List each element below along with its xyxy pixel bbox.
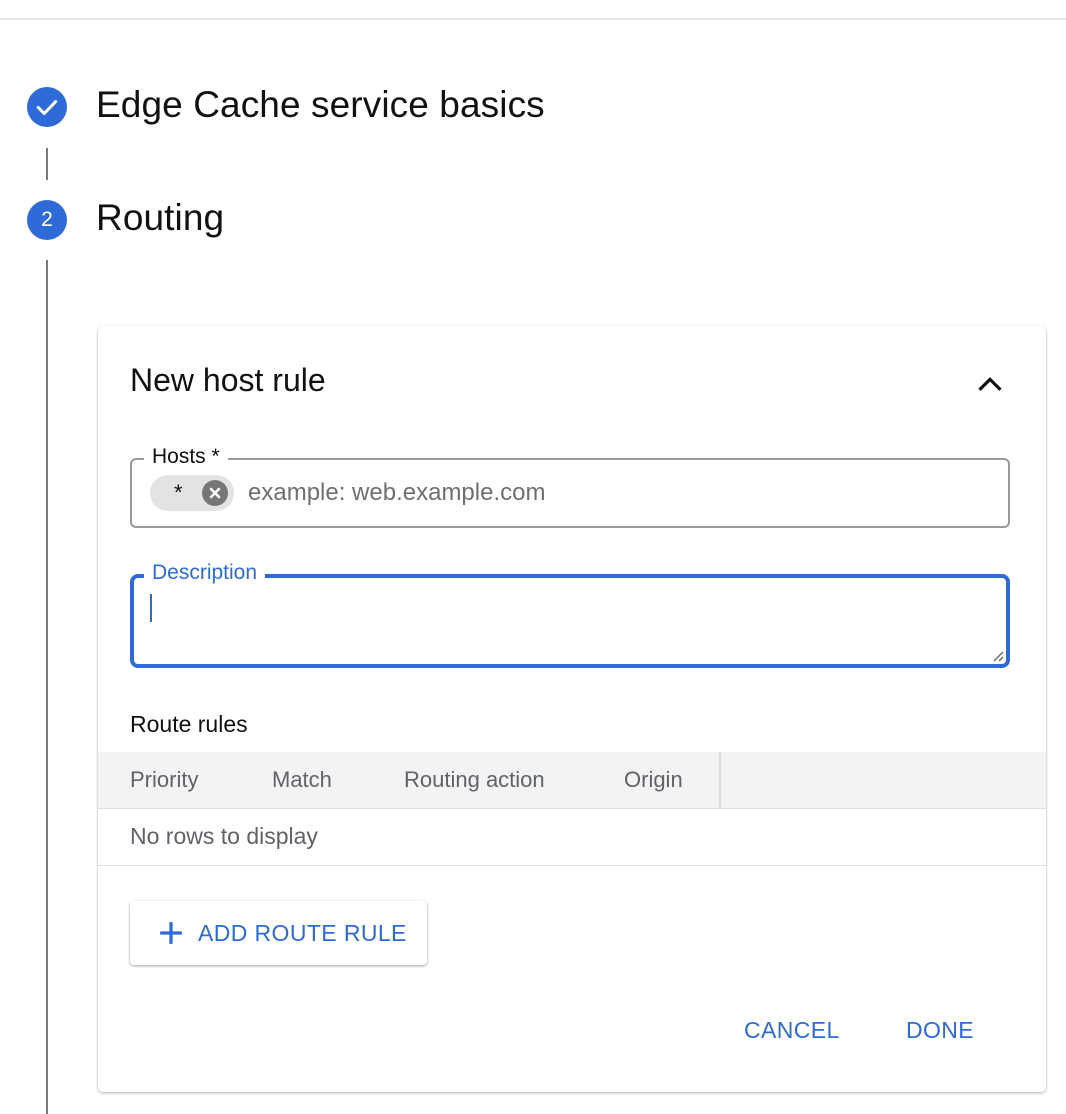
host-chip: * xyxy=(150,475,234,511)
hosts-field[interactable]: Hosts * * xyxy=(130,444,1010,528)
description-label: Description xyxy=(144,560,266,586)
column-header-origin[interactable]: Origin xyxy=(624,767,683,793)
table-header: Priority Match Routing action Origin xyxy=(98,752,1046,809)
chip-remove-button[interactable] xyxy=(202,480,228,506)
route-rules-heading: Route rules xyxy=(130,711,248,737)
cancel-label: CANCEL xyxy=(744,1016,840,1043)
plus-icon xyxy=(160,922,182,944)
collapse-button[interactable] xyxy=(970,366,1010,402)
empty-state-text: No rows to display xyxy=(130,823,318,849)
cancel-button[interactable]: CANCEL xyxy=(744,1006,840,1054)
done-label: DONE xyxy=(906,1016,975,1043)
step-2-title[interactable]: Routing xyxy=(96,197,224,239)
host-rule-card: New host rule Hosts * * Description xyxy=(98,326,1046,1092)
table-empty-row: No rows to display xyxy=(98,809,1046,866)
hosts-input[interactable] xyxy=(248,474,988,512)
column-header-routing-action[interactable]: Routing action xyxy=(404,767,545,793)
page: Edge Cache service basics 2 Routing New … xyxy=(0,0,1066,1114)
step-connector xyxy=(46,148,48,180)
card-title: New host rule xyxy=(130,362,326,398)
step-connector xyxy=(46,260,48,1114)
text-caret xyxy=(150,594,152,622)
step-1-completed-indicator xyxy=(27,87,67,127)
add-route-rule-button[interactable]: ADD ROUTE RULE xyxy=(130,901,427,965)
done-button[interactable]: DONE xyxy=(906,1006,974,1054)
chevron-up-icon xyxy=(978,377,1002,391)
description-field[interactable]: Description xyxy=(130,560,1010,668)
step-1-title[interactable]: Edge Cache service basics xyxy=(96,84,545,126)
check-icon xyxy=(36,100,58,116)
column-divider xyxy=(719,752,721,808)
hosts-label: Hosts * xyxy=(144,444,228,470)
description-input[interactable] xyxy=(148,590,994,658)
step-2-number-badge: 2 xyxy=(27,200,67,240)
host-chip-label: * xyxy=(174,480,183,505)
column-header-match[interactable]: Match xyxy=(272,767,332,793)
route-rules-table: Priority Match Routing action Origin No … xyxy=(98,752,1046,866)
cancel-circle-icon xyxy=(209,487,221,499)
resize-handle-icon[interactable] xyxy=(990,648,1004,662)
top-divider xyxy=(0,18,1066,20)
column-header-priority[interactable]: Priority xyxy=(130,767,198,793)
add-route-rule-label: ADD ROUTE RULE xyxy=(198,919,407,946)
